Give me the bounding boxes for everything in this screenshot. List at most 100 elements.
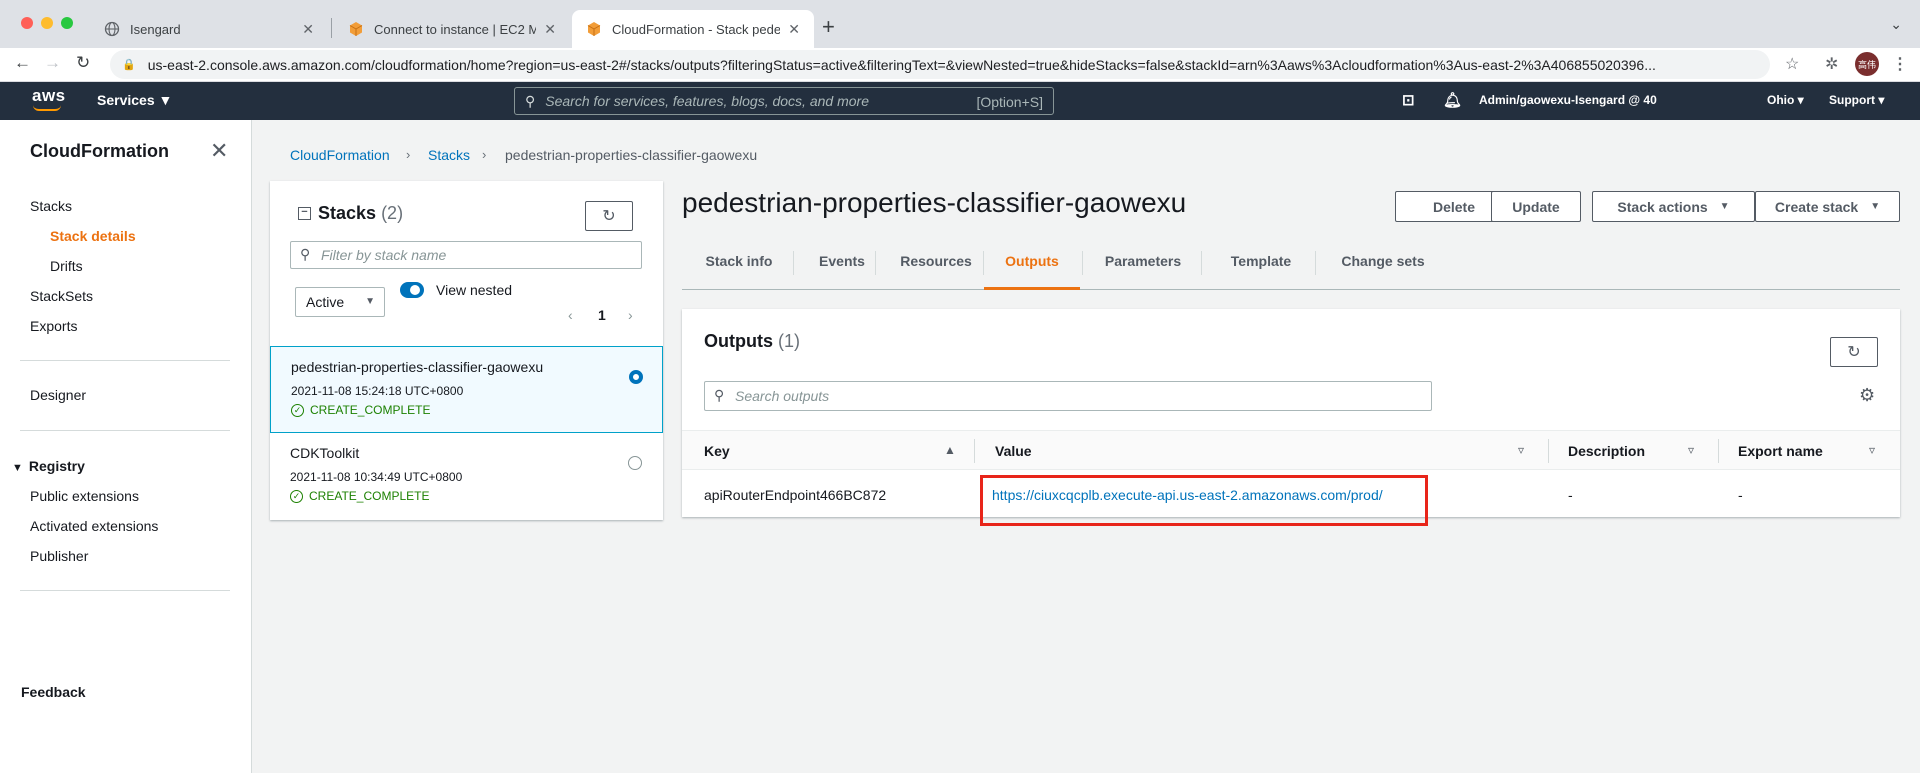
extensions-puzzle-icon[interactable]: ✲ — [1825, 54, 1838, 74]
globe-icon — [104, 21, 120, 37]
create-stack-label: Create stack — [1774, 198, 1859, 215]
tab-change-sets[interactable]: Change sets — [1318, 245, 1448, 290]
lock-icon: 🔒 — [122, 59, 136, 71]
refresh-outputs-button[interactable]: ↻ — [1830, 337, 1878, 367]
output-export-name: - — [1738, 487, 1743, 503]
sort-icon[interactable]: ▿ — [1869, 443, 1875, 457]
browser-menu-icon[interactable]: ⋮ — [1892, 54, 1908, 74]
browser-tab-isengard[interactable]: Isengard ✕ — [90, 10, 328, 48]
update-button[interactable]: Update — [1491, 191, 1581, 222]
tab-parameters[interactable]: Parameters — [1085, 245, 1201, 290]
browser-tab-ec2[interactable]: Connect to instance | EC2 Man ✕ — [334, 10, 570, 48]
browser-tab-cloudformation[interactable]: CloudFormation - Stack pedest ✕ — [572, 10, 814, 48]
prev-page-button[interactable]: ‹ — [568, 307, 573, 323]
aws-global-search[interactable]: ⚲ Search for services, features, blogs, … — [514, 87, 1054, 115]
outputs-table-header: Key ▲ Value ▿ Description ▿ Export name … — [682, 430, 1900, 470]
tab-title: CloudFormation - Stack pedest — [612, 21, 781, 37]
aws-logo[interactable]: aws — [32, 86, 66, 106]
create-stack-button[interactable]: Create stack ▼ — [1755, 191, 1900, 222]
stack-time: 2021-11-08 15:24:18 UTC+0800 — [291, 384, 464, 398]
search-icon: ⚲ — [714, 387, 725, 403]
filter-stacks-input[interactable]: ⚲ Filter by stack name — [290, 241, 642, 269]
sidenav-item-stack-details[interactable]: Stack details — [50, 228, 136, 244]
sidenav-section-registry[interactable]: ▼ Registry — [12, 458, 85, 474]
profile-avatar[interactable]: 高伟 — [1855, 52, 1879, 76]
sort-icon[interactable]: ▿ — [1518, 443, 1524, 457]
close-tab-icon[interactable]: ✕ — [302, 21, 314, 38]
sidenav-item-public-extensions[interactable]: Public extensions — [30, 488, 139, 504]
tab-stack-info[interactable]: Stack info — [687, 245, 791, 290]
current-page[interactable]: 1 — [598, 307, 606, 323]
sidenav-item-designer[interactable]: Designer — [30, 387, 86, 403]
column-header-value[interactable]: Value — [995, 443, 1032, 459]
stack-actions-button[interactable]: Stack actions ▼ — [1592, 191, 1755, 222]
sort-icon[interactable]: ▿ — [1688, 443, 1694, 457]
column-header-description[interactable]: Description — [1568, 443, 1645, 459]
stack-status: ✓ CREATE_COMPLETE — [290, 489, 429, 503]
tab-search-chevron-icon[interactable]: ⌄ — [1890, 16, 1902, 33]
new-tab-button[interactable]: + — [822, 14, 835, 40]
browser-tab-bar: Isengard ✕ Connect to instance | EC2 Man… — [0, 0, 1920, 48]
gear-icon[interactable]: ⚙ — [1859, 385, 1875, 406]
tab-template[interactable]: Template — [1204, 245, 1318, 290]
minimize-window-button[interactable] — [41, 17, 53, 29]
column-header-export-name[interactable]: Export name — [1738, 443, 1823, 459]
sidenav-item-drifts[interactable]: Drifts — [50, 258, 83, 274]
stacks-title-text: Stacks — [318, 203, 377, 223]
stack-radio[interactable] — [628, 456, 642, 470]
tab-divider — [875, 251, 876, 275]
maximize-window-button[interactable] — [61, 17, 73, 29]
reload-button[interactable]: ↻ — [76, 53, 90, 73]
close-tab-icon[interactable]: ✕ — [788, 21, 800, 38]
divider — [20, 430, 230, 431]
search-outputs-placeholder: Search outputs — [735, 388, 830, 404]
stack-row[interactable]: pedestrian-properties-classifier-gaowexu… — [270, 346, 663, 433]
breadcrumb-cloudformation[interactable]: CloudFormation — [290, 147, 390, 163]
breadcrumb-separator-icon: › — [482, 147, 487, 162]
success-check-icon: ✓ — [291, 403, 304, 417]
account-menu[interactable]: Admin/gaowexu-Isengard @ 40 — [1479, 93, 1657, 107]
side-navigation: CloudFormation ✕ Stacks Stack details Dr… — [0, 120, 252, 773]
search-outputs-input[interactable]: ⚲ Search outputs — [704, 381, 1432, 411]
support-menu[interactable]: Support ▾ — [1829, 93, 1884, 107]
outputs-title-text: Outputs — [704, 331, 773, 351]
outputs-title: Outputs (1) — [704, 331, 800, 352]
stack-radio-selected[interactable] — [629, 370, 643, 384]
next-page-button[interactable]: › — [628, 307, 633, 323]
outputs-count: (1) — [778, 331, 801, 351]
notifications-bell-icon[interactable]: 🔔︎ — [1443, 91, 1462, 109]
back-button[interactable]: ← — [14, 53, 31, 73]
sidenav-item-publisher[interactable]: Publisher — [30, 548, 88, 564]
sort-ascending-icon[interactable]: ▲ — [944, 443, 956, 457]
breadcrumb-current: pedestrian-properties-classifier-gaowexu — [505, 147, 758, 163]
forward-button[interactable]: → — [44, 53, 61, 73]
sidenav-item-stacks[interactable]: Stacks — [30, 198, 72, 214]
stack-row[interactable]: CDKToolkit 2021-11-08 10:34:49 UTC+0800 … — [270, 433, 663, 520]
sidenav-item-stacksets[interactable]: StackSets — [30, 288, 93, 304]
search-placeholder: Search for services, features, blogs, do… — [545, 93, 869, 109]
services-label: Services — [97, 92, 155, 108]
feedback-link[interactable]: Feedback — [21, 684, 86, 700]
column-header-key[interactable]: Key — [704, 443, 730, 459]
bookmark-star-icon[interactable]: ☆ — [1785, 54, 1799, 74]
search-icon: ⚲ — [525, 92, 536, 109]
aws-console-header: aws Services ▼ ⚲ Search for services, fe… — [0, 82, 1920, 120]
collapse-panel-icon[interactable]: − — [298, 207, 311, 220]
close-tab-icon[interactable]: ✕ — [544, 21, 556, 38]
close-window-button[interactable] — [21, 17, 33, 29]
tab-outputs[interactable]: Outputs — [984, 245, 1080, 290]
tab-resources[interactable]: Resources — [878, 245, 994, 290]
status-filter-select[interactable]: Active ▼ — [295, 287, 385, 317]
services-menu-button[interactable]: Services ▼ — [97, 92, 172, 108]
output-description: - — [1568, 487, 1573, 503]
sidenav-item-activated-extensions[interactable]: Activated extensions — [30, 518, 158, 534]
region-selector[interactable]: Ohio ▾ — [1767, 93, 1804, 107]
status-filter-value: Active — [306, 294, 345, 310]
sidenav-item-exports[interactable]: Exports — [30, 318, 77, 334]
breadcrumb-stacks[interactable]: Stacks — [428, 147, 470, 163]
refresh-stacks-button[interactable]: ↻ — [585, 201, 633, 231]
close-icon[interactable]: ✕ — [210, 138, 228, 164]
view-nested-toggle[interactable] — [400, 282, 424, 298]
cloudshell-icon[interactable]: ⊡ — [1402, 91, 1415, 109]
url-field[interactable]: 🔒 us-east-2.console.aws.amazon.com/cloud… — [110, 50, 1770, 79]
